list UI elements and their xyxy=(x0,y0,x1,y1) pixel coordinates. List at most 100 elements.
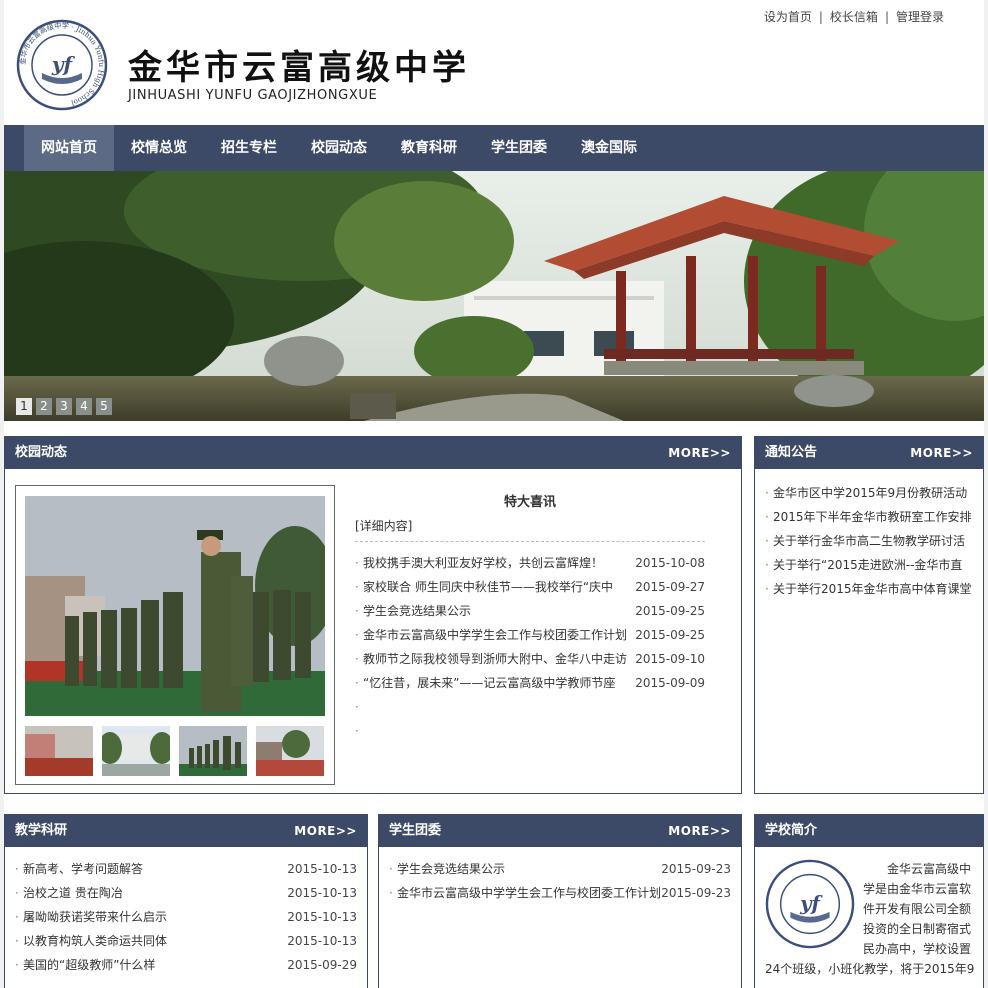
intro-panel: 学校简介 yf 金华云富高级中 学是由金华市云富软 件开发有限公司全额 投资的全… xyxy=(754,814,984,988)
intro-logo: yf xyxy=(765,859,855,949)
thumbnail-3[interactable] xyxy=(179,726,247,776)
list-item[interactable]: · 以教育构筑人类命运共同体 2015-10-13 xyxy=(15,929,357,953)
nav-item-student-league[interactable]: 学生团委 xyxy=(474,125,564,171)
item-date: 2015-10-13 xyxy=(287,910,357,924)
admin-login-link[interactable]: 管理登录 xyxy=(896,10,944,24)
set-homepage-link[interactable]: 设为首页 xyxy=(764,10,812,24)
school-logo[interactable]: 金华市云富高级中学 · Jinhua Yunfu High School yf xyxy=(16,19,108,111)
item-title: 金华市云富高级中学学生会工作与校团委工作计划 xyxy=(397,886,662,900)
list-item[interactable]: · 学生会竞选结果公示 2015-09-25 xyxy=(355,599,705,623)
more-link[interactable]: MORE>> xyxy=(294,815,357,847)
panel-header: 校园动态 MORE>> xyxy=(5,437,741,469)
intro-text-3: 件开发有限公司全额 xyxy=(862,902,971,916)
list-item[interactable]: · 学生会竞选结果公示 2015-09-23 xyxy=(389,857,731,881)
featured-photo-frame xyxy=(15,485,335,785)
more-link[interactable]: MORE>> xyxy=(668,815,731,847)
item-date: 2015-09-23 xyxy=(661,886,731,900)
notices-panel: 通知公告 MORE>> · 金华市区中学2015年9月份教研活动 · 2015年下半… xyxy=(754,436,984,794)
list-item[interactable]: · 我校携手澳大利亚友好学校，共创云富辉煌！ 2015-10-08 xyxy=(355,551,705,575)
item-title: 我校携手澳大利亚友好学校，共创云富辉煌！ xyxy=(363,556,604,570)
item-title: 屠呦呦获诺奖带来什么启示 xyxy=(23,910,168,924)
nav-item-home[interactable]: 网站首页 xyxy=(24,125,114,171)
campus-news-list: · 我校携手澳大利亚友好学校，共创云富辉煌！ 2015-10-08 · 家校联合 师生… xyxy=(355,551,705,743)
panel-title: 学校简介 xyxy=(765,823,818,838)
item-title: 金华市云富高级中学学生会工作与校团委工作计划 xyxy=(363,628,628,642)
nav-item-research[interactable]: 教育科研 xyxy=(384,125,474,171)
research-list: · 新高考、学考问题解答 2015-10-13 · 治校之道 贵在陶冶 2015-10-… xyxy=(15,857,357,977)
top-links: 设为首页 | 校长信箱 | 管理登录 xyxy=(764,8,944,25)
panel-header: 教学科研 MORE>> xyxy=(5,815,367,847)
intro-text-6: 24个班级，小班化教学，将于2015年9 xyxy=(765,962,975,976)
item-date: 2015-09-25 xyxy=(635,604,705,618)
list-item[interactable]: · xyxy=(355,695,705,719)
list-item[interactable]: · 新高考、学考问题解答 2015-10-13 xyxy=(15,857,357,881)
item-date: 2015-10-13 xyxy=(287,886,357,900)
panel-header: 通知公告 MORE>> xyxy=(755,437,983,469)
item-date: 2015-10-08 xyxy=(635,556,705,570)
nav-item-admissions[interactable]: 招生专栏 xyxy=(204,125,294,171)
item-title: 学生会竞选结果公示 xyxy=(397,862,506,876)
list-item[interactable]: · 金华市云富高级中学学生会工作与校团委工作计划 2015-09-25 xyxy=(355,623,705,647)
research-panel: 教学科研 MORE>> · 新高考、学考问题解答 2015-10-13 · 治校之道 … xyxy=(4,814,368,988)
panel-header: 学生团委 MORE>> xyxy=(379,815,741,847)
list-item[interactable]: · “忆往昔，展未来”——记云富高级中学教师节座 2015-09-09 xyxy=(355,671,705,695)
item-title: 学生会竞选结果公示 xyxy=(363,604,472,618)
list-item[interactable]: · 关于举行“2015走进欧洲--金华市直 xyxy=(765,553,977,577)
more-link[interactable]: MORE>> xyxy=(668,437,731,469)
item-title: “忆往昔，展未来”——记云富高级中学教师节座 xyxy=(363,676,616,690)
panel-title: 通知公告 xyxy=(765,445,818,460)
thumbnail-4[interactable] xyxy=(256,726,324,776)
intro-text-2: 学是由金华市云富软 xyxy=(862,882,971,896)
intro-text-1: 金华云富高级中 xyxy=(886,862,971,876)
principal-mailbox-link[interactable]: 校长信箱 xyxy=(830,10,878,24)
list-item[interactable]: · 教师节之际我校领导到浙师大附中、金华八中走访 2015-09-10 xyxy=(355,647,705,671)
banner-page-1[interactable]: 1 xyxy=(16,398,32,415)
banner-slideshow[interactable] xyxy=(4,171,984,421)
list-item[interactable]: · 治校之道 贵在陶冶 2015-10-13 xyxy=(15,881,357,905)
list-item[interactable]: · 关于举行金华市高二生物教学研讨活 xyxy=(765,529,977,553)
nav-item-international[interactable]: 澳金国际 xyxy=(564,125,654,171)
page: 设为首页 | 校长信箱 | 管理登录 金华市云富高级中学 · Jinhua Yunfu … xyxy=(4,0,984,988)
list-item[interactable]: · 2015年下半年金华市教研室工作安排 xyxy=(765,505,977,529)
detail-link[interactable]: [详细内容] xyxy=(355,517,412,534)
nav-item-overview[interactable]: 校情总览 xyxy=(114,125,204,171)
item-title: 2015年下半年金华市教研室工作安排 xyxy=(773,510,972,524)
banner-page-5[interactable]: 5 xyxy=(96,398,112,415)
banner-image xyxy=(4,171,984,421)
item-title: 关于举行金华市高二生物教学研讨活 xyxy=(773,534,966,548)
more-link[interactable]: MORE>> xyxy=(910,437,973,469)
svg-text:yf: yf xyxy=(799,892,823,915)
separator: | xyxy=(818,10,823,24)
banner-page-3[interactable]: 3 xyxy=(56,398,72,415)
list-item[interactable]: · 关于举行2015年金华市高中体育课堂 xyxy=(765,577,977,601)
thumbnail-1[interactable] xyxy=(25,726,93,776)
item-date: 2015-09-25 xyxy=(635,628,705,642)
separator: | xyxy=(884,10,889,24)
item-date: 2015-09-29 xyxy=(287,958,357,972)
list-item[interactable]: · 家校联合 师生同庆中秋佳节——我校举行“庆中 2015-09-27 xyxy=(355,575,705,599)
school-name-en: JINHUASHI YUNFU GAOJIZHONGXUE xyxy=(128,88,378,103)
nav-item-campus-news[interactable]: 校园动态 xyxy=(294,125,384,171)
league-list: · 学生会竞选结果公示 2015-09-23 · 金华市云富高级中学学生会工作与校团委… xyxy=(389,857,731,905)
featured-photo[interactable] xyxy=(25,496,325,716)
item-date: 2015-09-27 xyxy=(635,580,705,594)
logo-text: yf xyxy=(51,52,76,76)
panel-title: 学生团委 xyxy=(389,823,442,838)
list-item[interactable]: · 美国的“超级教师”什么样 2015-09-29 xyxy=(15,953,357,977)
item-date: 2015-09-09 xyxy=(635,676,705,690)
banner-page-2[interactable]: 2 xyxy=(36,398,52,415)
headline[interactable]: 特大喜讯 xyxy=(355,491,705,510)
panel-title: 校园动态 xyxy=(15,445,68,460)
item-title: 教师节之际我校领导到浙师大附中、金华八中走访 xyxy=(363,652,628,666)
item-title: 家校联合 师生同庆中秋佳节——我校举行“庆中 xyxy=(363,580,614,594)
banner-page-4[interactable]: 4 xyxy=(76,398,92,415)
list-item[interactable]: · 金华市云富高级中学学生会工作与校团委工作计划 2015-09-23 xyxy=(389,881,731,905)
item-title: 以教育构筑人类命运共同体 xyxy=(23,934,168,948)
item-date: 2015-10-13 xyxy=(287,862,357,876)
list-item[interactable]: · 屠呦呦获诺奖带来什么启示 2015-10-13 xyxy=(15,905,357,929)
thumbnail-2[interactable] xyxy=(102,726,170,776)
list-item[interactable]: · xyxy=(355,719,705,743)
list-item[interactable]: · 金华市区中学2015年9月份教研活动 xyxy=(765,481,977,505)
item-date: 2015-09-10 xyxy=(635,652,705,666)
item-title: 新高考、学考问题解答 xyxy=(23,862,144,876)
